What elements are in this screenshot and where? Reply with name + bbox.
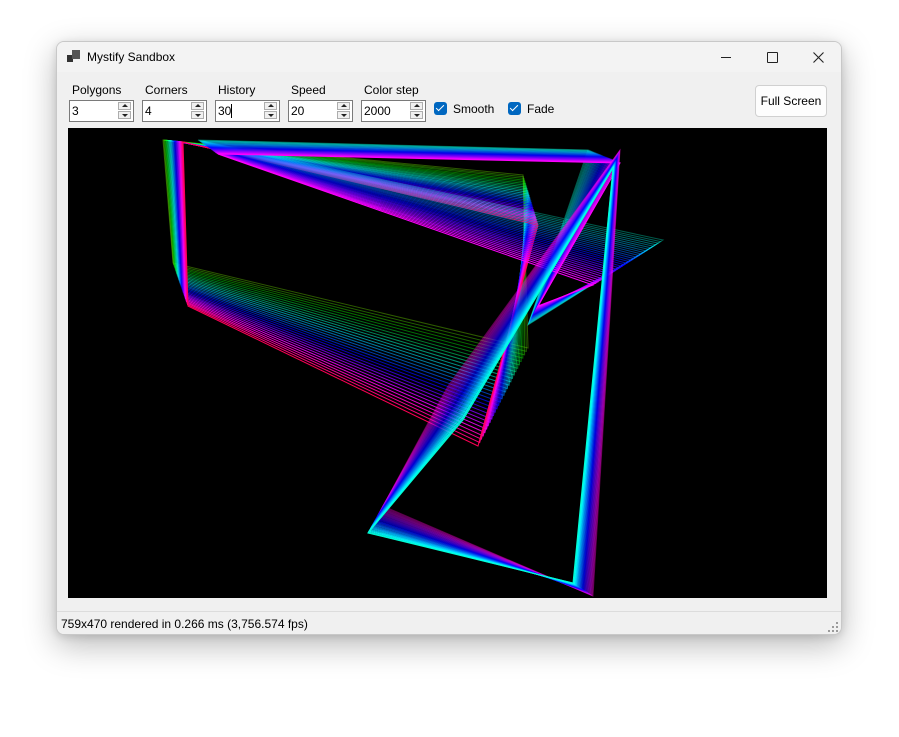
color-step-spinner[interactable]: 2000	[361, 100, 426, 122]
history-up-button[interactable]	[264, 102, 277, 110]
corners-value[interactable]: 4	[145, 104, 152, 118]
status-text: 759x470 rendered in 0.266 ms (3,756.574 …	[61, 617, 308, 631]
color-step-up-button[interactable]	[410, 102, 423, 110]
smooth-checkbox[interactable]	[434, 102, 447, 115]
history-label: History	[218, 83, 256, 97]
close-button[interactable]	[795, 42, 841, 72]
speed-spinner[interactable]: 20	[288, 100, 353, 122]
app-icon	[67, 50, 80, 63]
mystify-drawing	[162, 139, 665, 597]
color-step-value[interactable]: 2000	[364, 104, 391, 118]
corners-up-button[interactable]	[191, 102, 204, 110]
speed-up-button[interactable]	[337, 102, 350, 110]
text-caret	[231, 104, 232, 118]
app-window: Mystify Sandbox Polygons Corners History…	[56, 41, 842, 635]
resize-grip-icon[interactable]	[828, 622, 838, 632]
polygons-value[interactable]: 3	[72, 104, 79, 118]
speed-down-button[interactable]	[337, 111, 350, 119]
maximize-button[interactable]	[749, 42, 795, 72]
full-screen-button[interactable]: Full Screen	[755, 85, 827, 117]
fade-label[interactable]: Fade	[527, 102, 554, 116]
history-spinner[interactable]: 30	[215, 100, 280, 122]
title-bar[interactable]: Mystify Sandbox	[57, 42, 841, 72]
history-value[interactable]: 30	[218, 104, 231, 118]
corners-spinner[interactable]: 4	[142, 100, 207, 122]
speed-label: Speed	[291, 83, 326, 97]
polygons-label: Polygons	[72, 83, 122, 97]
status-bar: 759x470 rendered in 0.266 ms (3,756.574 …	[57, 611, 841, 634]
polygons-up-button[interactable]	[118, 102, 131, 110]
close-icon	[812, 51, 824, 63]
fade-checkbox[interactable]	[508, 102, 521, 115]
render-canvas[interactable]	[68, 128, 827, 598]
speed-value[interactable]: 20	[291, 104, 304, 118]
window-title: Mystify Sandbox	[87, 50, 176, 64]
polygons-spinner[interactable]: 3	[69, 100, 134, 122]
history-down-button[interactable]	[264, 111, 277, 119]
maximize-icon	[766, 51, 778, 63]
color-step-label: Color step	[364, 83, 419, 97]
minimize-icon	[721, 56, 731, 58]
color-step-down-button[interactable]	[410, 111, 423, 119]
smooth-label[interactable]: Smooth	[453, 102, 494, 116]
corners-down-button[interactable]	[191, 111, 204, 119]
minimize-button[interactable]	[703, 42, 749, 72]
corners-label: Corners	[145, 83, 188, 97]
polygons-down-button[interactable]	[118, 111, 131, 119]
